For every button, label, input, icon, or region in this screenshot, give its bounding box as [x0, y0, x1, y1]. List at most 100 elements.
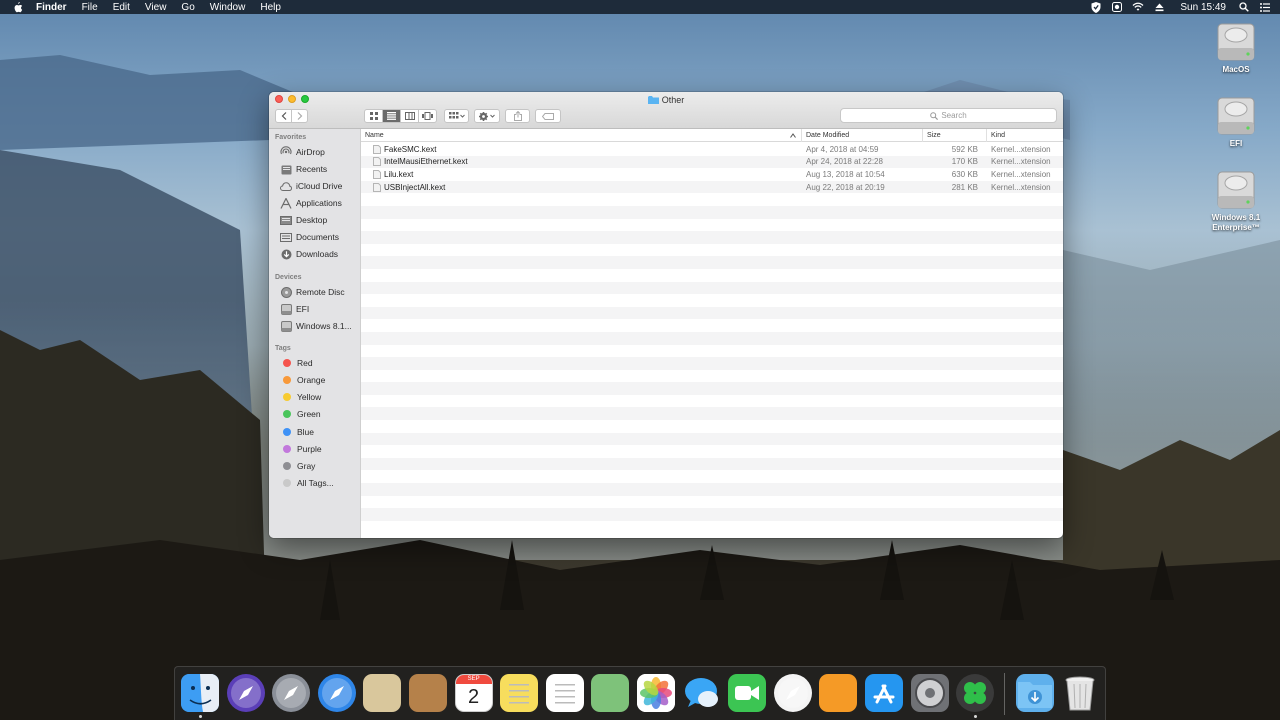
app-store-icon[interactable]	[865, 674, 903, 712]
sidebar-item-label: Documents	[296, 232, 339, 242]
sidebar-item-icloud-drive[interactable]: iCloud Drive	[280, 179, 342, 193]
forward-icon[interactable]	[291, 110, 307, 122]
notes-icon[interactable]	[500, 674, 539, 712]
share-icon[interactable]	[505, 109, 530, 123]
empty-row	[361, 256, 1063, 269]
tag-dot-icon	[283, 462, 291, 470]
empty-row	[361, 269, 1063, 282]
trash-icon[interactable]	[1061, 674, 1099, 712]
tag-icon[interactable]	[535, 109, 561, 123]
column-header-label: Name	[365, 132, 384, 139]
icon-view-icon[interactable]	[365, 110, 382, 122]
contacts-icon[interactable]	[409, 674, 447, 712]
sidebar-item-label: Remote Disc	[296, 287, 345, 297]
file-kind: Kernel...xtension	[991, 169, 1051, 179]
sidebar-tag-yellow[interactable]: Yellow	[281, 390, 321, 404]
eject-icon[interactable]	[1153, 1, 1165, 13]
table-row[interactable]: IntelMausiEthernet.kext Apr 24, 2018 at 2…	[361, 155, 1063, 169]
app-status-icon[interactable]	[1111, 1, 1123, 13]
sidebar-tag-purple[interactable]: Purple	[281, 442, 322, 456]
apple-menu-icon[interactable]	[13, 1, 25, 13]
column-header-size[interactable]: Size	[922, 129, 986, 142]
drive-icon	[280, 320, 292, 332]
desktop-drive-macos[interactable]: MacOS	[1201, 22, 1271, 75]
downloads-stack-icon[interactable]	[1016, 674, 1054, 712]
sidebar-item-label: Orange	[297, 375, 326, 385]
cloud-icon	[280, 180, 292, 192]
empty-row	[361, 231, 1063, 244]
file-size: 592 KB	[951, 144, 978, 154]
wifi-icon[interactable]	[1132, 1, 1144, 13]
sidebar-heading-devices: Devices	[275, 274, 302, 281]
sidebar-tag-green[interactable]: Green	[281, 407, 321, 421]
finder-icon[interactable]	[181, 674, 219, 712]
sidebar-tag-red[interactable]: Red	[281, 356, 313, 370]
ibooks-icon[interactable]	[819, 674, 858, 712]
sidebar-item-desktop[interactable]: Desktop	[280, 213, 327, 227]
reminders-icon[interactable]	[545, 674, 584, 712]
sidebar-tag-blue[interactable]: Blue	[281, 425, 314, 439]
vpn-shield-icon[interactable]	[1090, 1, 1102, 13]
facetime-icon[interactable]	[728, 674, 767, 712]
desktop-drive-windows[interactable]: Windows 8.1 Enterprise™	[1201, 170, 1271, 233]
desktop-drive-efi[interactable]: EFI	[1201, 96, 1271, 149]
column-view-icon[interactable]	[400, 110, 418, 122]
itunes-icon[interactable]	[773, 674, 812, 712]
list-view-icon[interactable]	[382, 110, 400, 122]
action-gear-icon[interactable]	[474, 109, 500, 123]
column-header-label: Date Modified	[806, 132, 850, 139]
launchpad-icon[interactable]	[272, 674, 311, 712]
column-header-kind[interactable]: Kind	[986, 129, 1063, 142]
menu-file[interactable]: File	[82, 2, 98, 13]
menu-window[interactable]: Window	[210, 2, 246, 13]
file-name-cell: IntelMausiEthernet.kext	[373, 156, 468, 169]
back-icon[interactable]	[276, 110, 291, 122]
sidebar-item-label: iCloud Drive	[296, 181, 343, 191]
table-row[interactable]: Lilu.kext Aug 13, 2018 at 10:54 630 KB Kern…	[361, 168, 1063, 181]
sidebar-item-documents[interactable]: Documents	[280, 230, 339, 244]
menu-app-name[interactable]: Finder	[36, 2, 67, 13]
sidebar-item-recents[interactable]: Recents	[280, 162, 327, 176]
mail-icon[interactable]	[363, 674, 402, 712]
sidebar-item-windows[interactable]: Windows 8.1...	[280, 319, 352, 333]
menu-view[interactable]: View	[145, 2, 167, 13]
column-header-date[interactable]: Date Modified	[801, 129, 922, 142]
sidebar-tag-orange[interactable]: Orange	[281, 373, 325, 387]
menu-edit[interactable]: Edit	[113, 2, 130, 13]
sidebar-item-label: Yellow	[297, 392, 322, 402]
sidebar-tag-gray[interactable]: Gray	[281, 459, 315, 473]
empty-row	[361, 306, 1063, 320]
siri-icon[interactable]	[226, 674, 265, 712]
table-row[interactable]: FakeSMC.kext Apr 4, 2018 at 04:59 592 KB Ke…	[361, 143, 1063, 156]
system-preferences-icon[interactable]	[910, 674, 949, 712]
sidebar-item-downloads[interactable]: Downloads	[280, 247, 338, 261]
group-icon[interactable]	[444, 109, 469, 123]
sidebar-item-airdrop[interactable]: AirDrop	[280, 145, 325, 159]
photos-icon[interactable]	[637, 674, 675, 712]
recents-icon	[280, 163, 292, 175]
applications-icon	[280, 197, 292, 209]
empty-row	[361, 457, 1063, 471]
safari-icon[interactable]	[317, 674, 356, 712]
sidebar-tag-all[interactable]: All Tags...	[281, 476, 334, 490]
search-input[interactable]: Search	[840, 108, 1057, 123]
file-name-cell: Lilu.kext	[373, 168, 413, 181]
window-title: Other	[269, 95, 1063, 105]
messages-icon[interactable]	[683, 674, 721, 712]
kext-file-icon	[373, 182, 381, 192]
sidebar-item-efi[interactable]: EFI	[280, 302, 309, 316]
notification-list-icon[interactable]	[1259, 1, 1271, 13]
cover-flow-icon[interactable]	[418, 110, 436, 122]
menu-go[interactable]: Go	[181, 2, 194, 13]
menu-clock[interactable]: Sun 15:49	[1180, 2, 1226, 13]
table-row[interactable]: USBInjectAll.kext Aug 22, 2018 at 20:19 28…	[361, 180, 1063, 194]
sidebar-item-remote-disc[interactable]: Remote Disc	[280, 285, 345, 299]
clover-configurator-icon[interactable]	[956, 674, 995, 712]
calendar-icon[interactable]: SEP 2	[454, 674, 493, 712]
sidebar-item-applications[interactable]: Applications	[280, 196, 342, 210]
file-size: 170 KB	[951, 157, 978, 167]
spotlight-icon[interactable]	[1238, 1, 1250, 13]
column-header-name[interactable]: Name	[361, 129, 801, 142]
maps-icon[interactable]	[591, 674, 630, 712]
menu-help[interactable]: Help	[260, 2, 281, 13]
